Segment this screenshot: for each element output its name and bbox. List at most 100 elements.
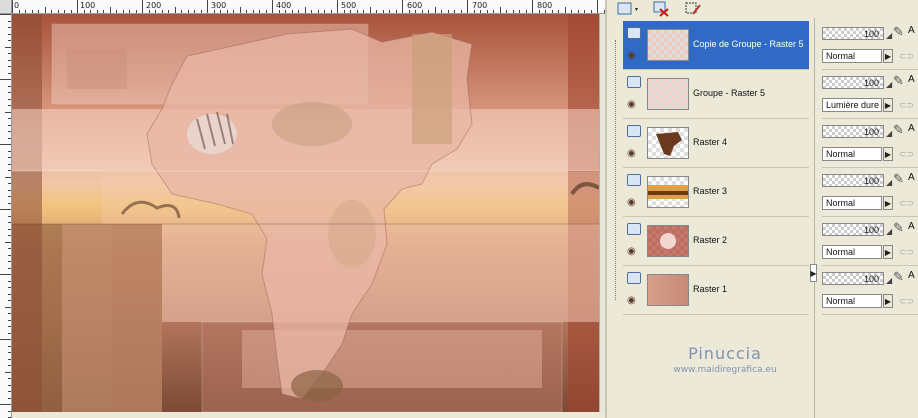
eye-icon[interactable]: ◉ [627, 100, 640, 110]
lock-icon[interactable]: ⊂⊃ [899, 51, 914, 62]
opacity-arrow-icon[interactable]: ◢ [886, 129, 892, 138]
ruler-tick [564, 7, 566, 13]
layer-group-icon[interactable] [627, 125, 641, 137]
lock-icon[interactable]: ⊂⊃ [899, 247, 914, 258]
opacity-slider[interactable]: 100 [822, 27, 884, 40]
lock-icon[interactable]: ⊂⊃ [899, 296, 914, 307]
new-layer-button[interactable] [613, 0, 643, 18]
blend-dropdown-icon[interactable]: ▶ [883, 98, 893, 112]
blend-mode-select[interactable]: Lumière dure [822, 98, 882, 112]
lock-icon[interactable]: ⊂⊃ [899, 198, 914, 209]
brush-icon[interactable]: ✎ [893, 73, 904, 89]
psp-window: 0 100 200 300 400 500 600 700 800 ◉ Copi… [0, 0, 918, 418]
blend-dropdown-icon[interactable]: ▶ [883, 245, 893, 259]
edit-selection-button[interactable] [683, 0, 703, 18]
delete-layer-icon [653, 1, 669, 17]
layer-group-icon[interactable] [627, 76, 641, 88]
layer-row[interactable]: ◉ Raster 3 [623, 168, 809, 217]
brush-icon[interactable]: ✎ [893, 220, 904, 236]
layer-row[interactable]: ◉ Groupe - Raster 5 [623, 70, 809, 119]
ruler-tick [213, 10, 215, 13]
prop-letter: A [908, 172, 915, 183]
opacity-slider[interactable]: 100 [822, 174, 884, 187]
opacity-arrow-icon[interactable]: ◢ [886, 31, 892, 40]
eye-icon[interactable]: ◉ [627, 296, 640, 306]
red-pattern-thumbnail-icon [648, 226, 688, 256]
blend-mode-select[interactable]: Normal [822, 196, 882, 210]
ruler-label: 100 [80, 1, 96, 10]
brush-icon[interactable]: ✎ [893, 269, 904, 285]
ruler-tick [454, 10, 455, 13]
ruler-tick [8, 345, 11, 347]
delete-layer-button[interactable] [651, 0, 671, 18]
prop-letter: A [908, 270, 915, 281]
ruler-label: 800 [537, 1, 553, 10]
layer-row[interactable]: ◉ Raster 2 [623, 217, 809, 266]
layer-group-icon[interactable] [627, 223, 641, 235]
ruler-tick [161, 10, 163, 13]
ruler-tick [298, 10, 299, 13]
splitter-arrow-icon[interactable]: ▶ [810, 264, 817, 282]
blend-dropdown-icon[interactable]: ▶ [883, 294, 893, 308]
ruler-tick [220, 10, 221, 13]
ruler-tick [428, 10, 429, 13]
ruler-tick [493, 10, 494, 13]
ruler-tick [5, 241, 11, 243]
vertical-ruler [0, 14, 12, 418]
brush-icon[interactable]: ✎ [893, 171, 904, 187]
ruler-tick [545, 10, 546, 13]
layer-thumbnail [647, 29, 689, 61]
ruler-tick [5, 306, 11, 308]
blend-dropdown-icon[interactable]: ▶ [883, 196, 893, 210]
layer-row[interactable]: ◉ Copie de Groupe - Raster 5 [623, 21, 809, 70]
ruler-tick [135, 10, 137, 13]
ruler-tick [259, 10, 260, 13]
ruler-tick [8, 287, 11, 288]
ruler-tick [324, 10, 325, 13]
ruler-tick [8, 170, 11, 171]
opacity-slider[interactable]: 100 [822, 272, 884, 285]
layer-row[interactable]: ◉ Raster 4 [623, 119, 809, 168]
ruler-tick [57, 10, 59, 13]
opacity-slider[interactable]: 100 [822, 125, 884, 138]
ruler-tick [441, 10, 442, 13]
blend-mode-select[interactable]: Normal [822, 49, 882, 63]
ruler-tick [330, 10, 332, 13]
blend-mode-select[interactable]: Normal [822, 294, 882, 308]
canvas-area: 0 100 200 300 400 500 600 700 800 [0, 0, 605, 418]
ruler-tick [168, 10, 169, 13]
canvas-image[interactable] [12, 14, 599, 412]
eye-icon[interactable]: ◉ [627, 51, 640, 61]
lock-icon[interactable]: ⊂⊃ [899, 100, 914, 111]
layer-group-icon[interactable] [627, 272, 641, 284]
prop-letter: A [908, 221, 915, 232]
opacity-arrow-icon[interactable]: ◢ [886, 227, 892, 236]
blend-dropdown-icon[interactable]: ▶ [883, 147, 893, 161]
opacity-arrow-icon[interactable]: ◢ [886, 276, 892, 285]
layer-group-icon[interactable] [627, 174, 641, 186]
opacity-slider[interactable]: 100 [822, 223, 884, 236]
eye-icon[interactable]: ◉ [627, 198, 640, 208]
brush-icon[interactable]: ✎ [893, 24, 904, 40]
watermark-url: www.maidiregrafica.eu [673, 365, 777, 375]
ruler-tick [8, 391, 11, 392]
ruler-tick [64, 10, 65, 13]
ruler-tick [350, 10, 351, 13]
blend-mode-select[interactable]: Normal [822, 245, 882, 259]
eye-icon[interactable]: ◉ [627, 149, 640, 159]
palette-divider[interactable] [814, 18, 818, 418]
opacity-arrow-icon[interactable]: ◢ [886, 80, 892, 89]
brush-icon[interactable]: ✎ [893, 122, 904, 138]
eye-icon[interactable]: ◉ [627, 247, 640, 257]
blend-dropdown-icon[interactable]: ▶ [883, 49, 893, 63]
layer-row[interactable]: ◉ Raster 1 [623, 266, 809, 315]
ruler-tick [265, 10, 267, 13]
ruler-tick [187, 10, 189, 13]
opacity-slider[interactable]: 100 [822, 76, 884, 89]
opacity-arrow-icon[interactable]: ◢ [886, 178, 892, 187]
ruler-tick [415, 10, 416, 13]
ruler-tick [402, 0, 403, 13]
lock-icon[interactable]: ⊂⊃ [899, 149, 914, 160]
blend-mode-select[interactable]: Normal [822, 147, 882, 161]
layer-group-icon[interactable] [627, 27, 641, 39]
